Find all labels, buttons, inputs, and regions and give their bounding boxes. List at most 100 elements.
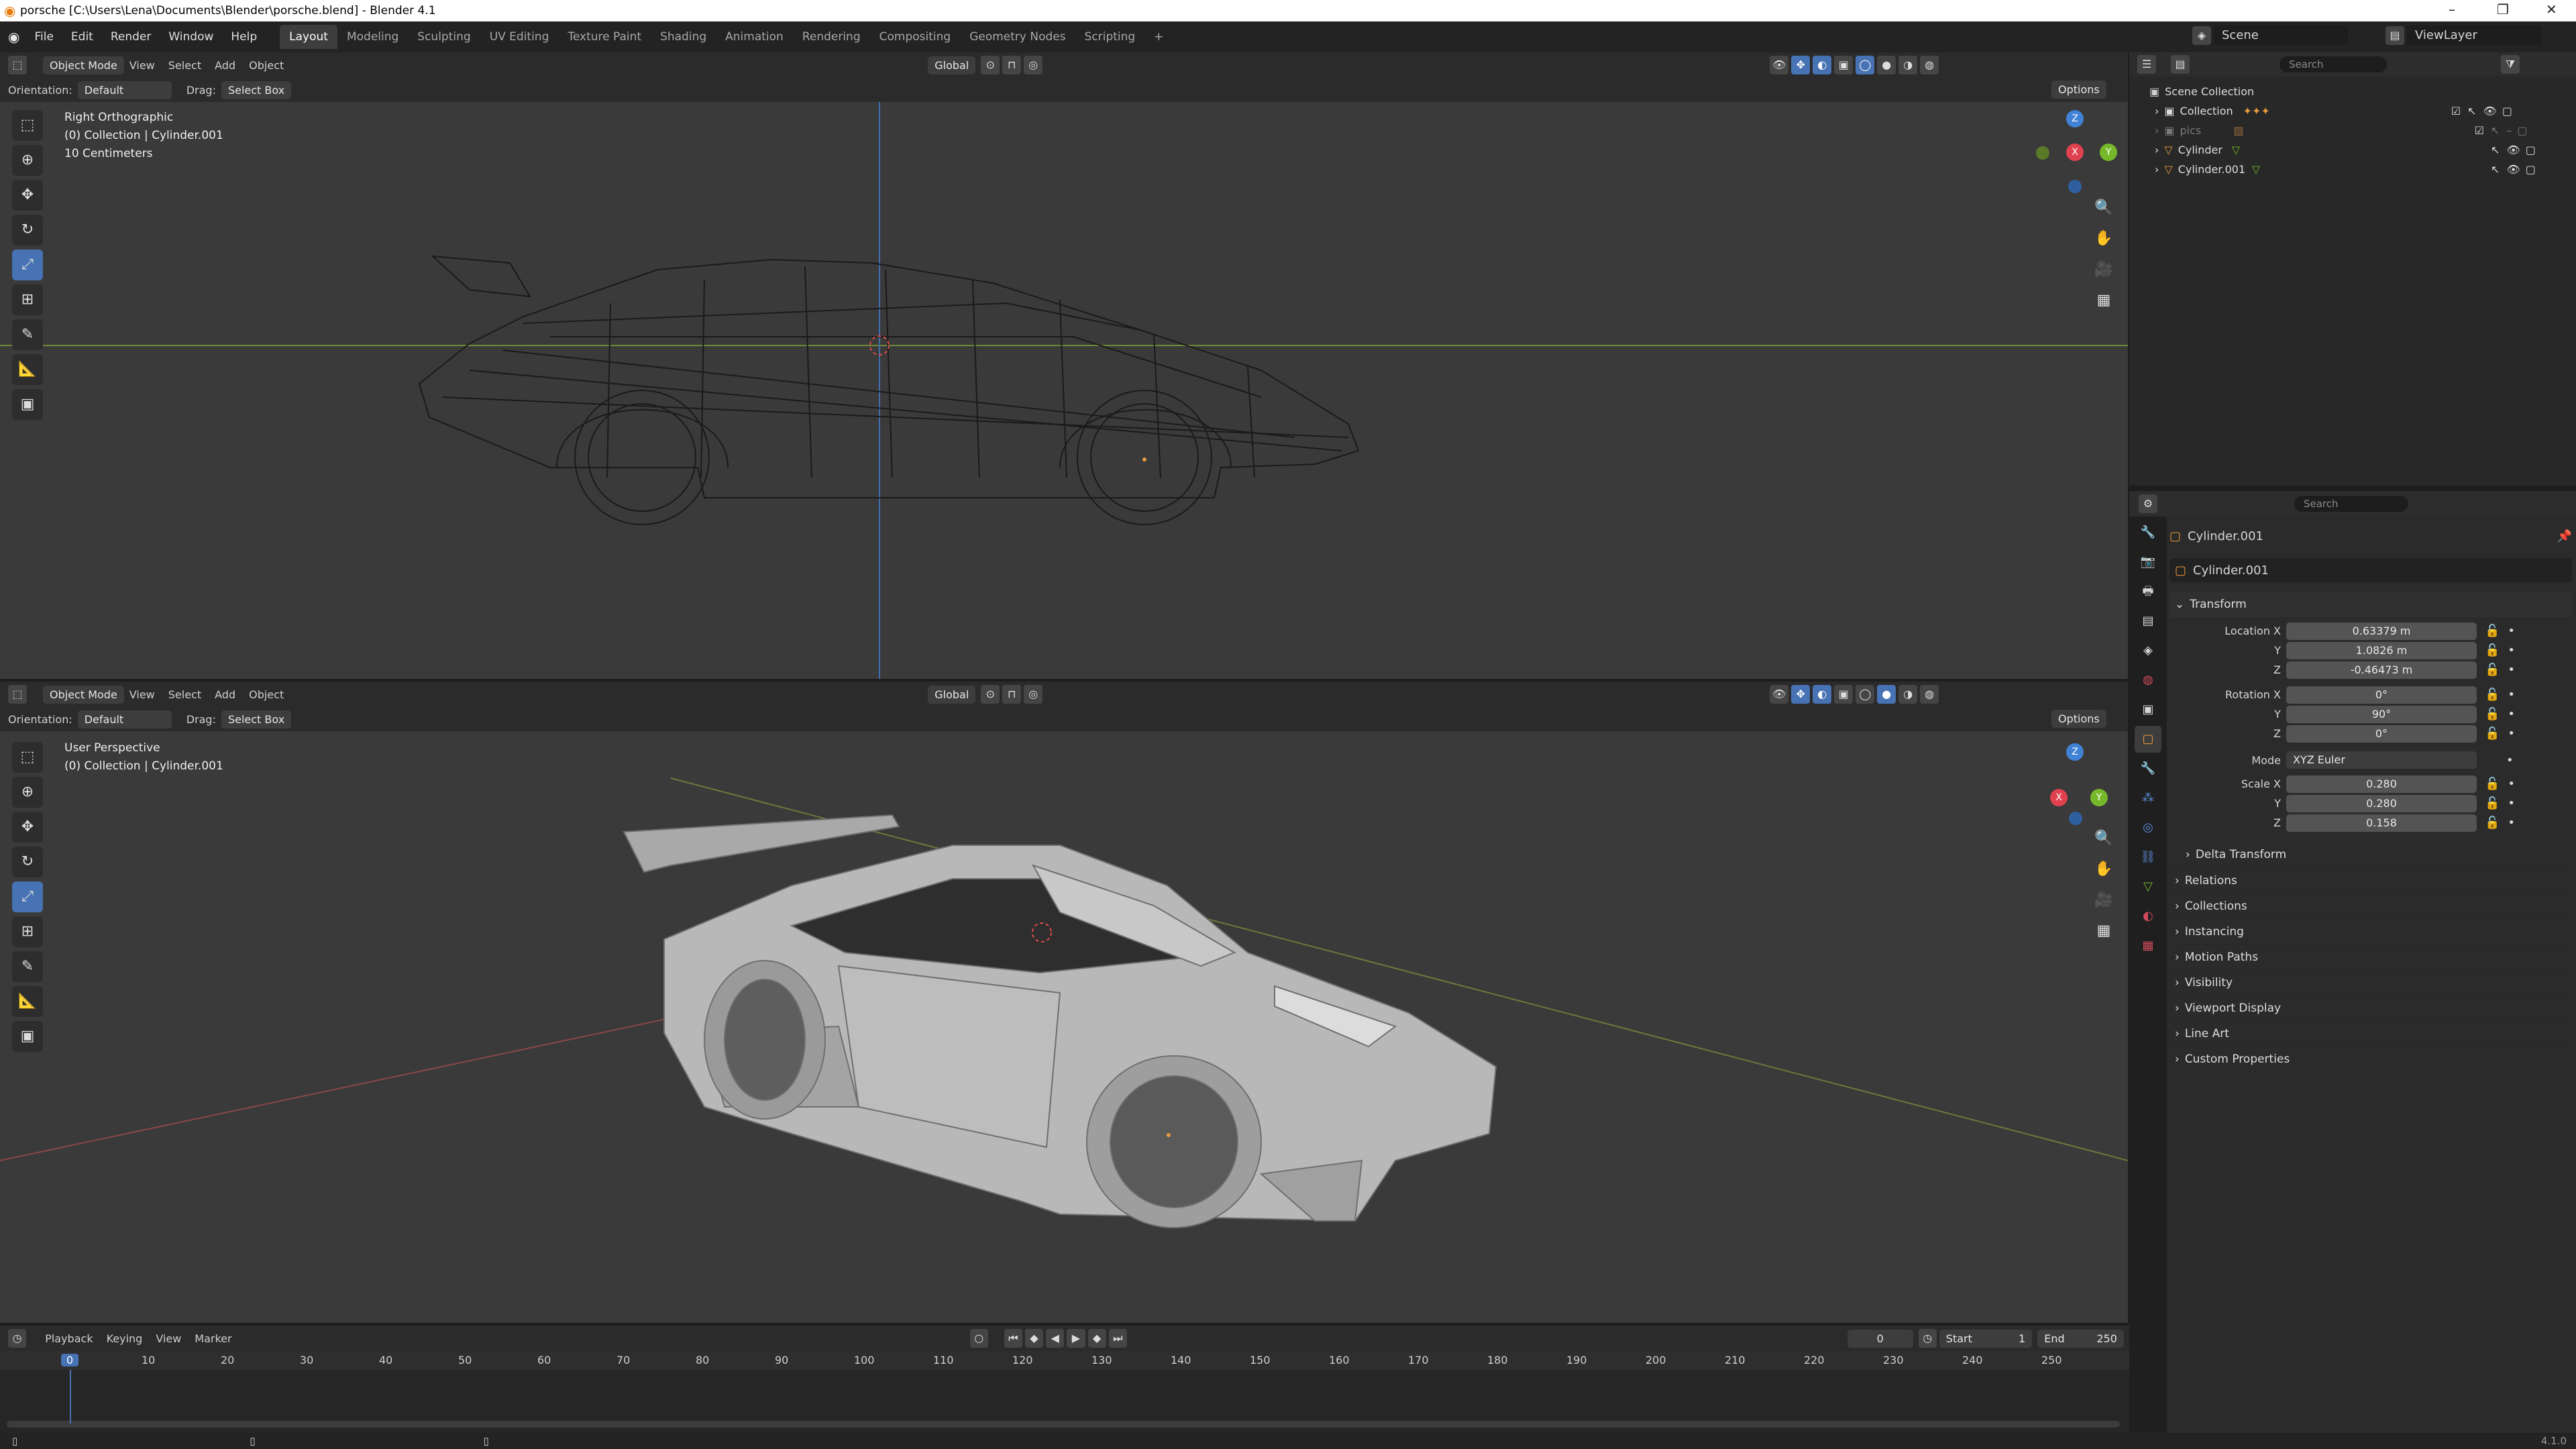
menu-view[interactable]: View — [129, 688, 155, 701]
menu-add[interactable]: Add — [215, 688, 235, 701]
properties-search-field[interactable]: Search — [2294, 496, 2408, 512]
proportional-edit-icon[interactable]: ◎ — [1024, 56, 1043, 74]
gizmo-x[interactable]: X — [2066, 144, 2084, 161]
transform-orientation-dropdown[interactable]: Global — [928, 685, 976, 704]
menu-add[interactable]: Add — [215, 59, 235, 72]
panel-line-art[interactable]: › Line Art — [2169, 1020, 2572, 1046]
render-icon[interactable]: ▢ — [2502, 105, 2512, 117]
lock-icon[interactable]: 🔓 — [2485, 816, 2500, 830]
orientation-dropdown[interactable]: Default — [77, 80, 172, 99]
play-reverse-icon[interactable]: ◀ — [1046, 1329, 1065, 1348]
expand-arrow-icon[interactable]: › — [2155, 163, 2159, 176]
tool-tab-icon[interactable]: 🔧 — [2135, 519, 2161, 546]
visibility-icon[interactable]: 👁 — [1770, 685, 1789, 704]
menu-select[interactable]: Select — [168, 688, 201, 701]
view-layer-name[interactable]: ViewLayer — [2407, 25, 2541, 45]
transform-orientation-dropdown[interactable]: Global — [928, 56, 976, 74]
end-frame-field[interactable]: End 250 — [2037, 1329, 2124, 1348]
expand-arrow-icon[interactable]: › — [2155, 105, 2159, 117]
menu-object[interactable]: Object — [249, 688, 284, 701]
scale-tool-icon[interactable]: ⤢ — [12, 881, 43, 912]
object-tab-icon[interactable]: ▢ — [2135, 726, 2161, 753]
location-x-field[interactable]: 0.63379 m — [2286, 622, 2477, 640]
keyframe-dot-icon[interactable]: • — [2508, 777, 2515, 791]
lock-icon[interactable]: 🔓 — [2485, 643, 2500, 657]
tab-texture-paint[interactable]: Texture Paint — [558, 25, 651, 49]
menu-marker[interactable]: Marker — [195, 1332, 231, 1345]
blender-menu-icon[interactable]: ◉ — [8, 29, 19, 45]
camera-view-icon[interactable]: 🎥 — [2090, 256, 2117, 283]
tab-shading[interactable]: Shading — [651, 25, 716, 49]
outliner-item-cylinder[interactable]: › ▽ Cylinder ▽ ↖ 👁 ▢ — [2149, 140, 2576, 160]
bottom-viewport[interactable]: User Perspective (0) Collection | Cylind… — [0, 731, 2128, 1323]
measure-tool-icon[interactable]: 📐 — [12, 986, 43, 1017]
move-tool-icon[interactable]: ✥ — [12, 812, 43, 843]
select-box-tool-icon[interactable]: ⬚ — [12, 742, 43, 773]
pivot-icon[interactable]: ⊙ — [981, 685, 1000, 704]
xray-icon[interactable]: ▣ — [1834, 685, 1854, 704]
shading-wireframe-icon[interactable]: ◯ — [1856, 685, 1875, 704]
selectable-icon[interactable]: ↖ — [2491, 144, 2500, 156]
modifier-tab-icon[interactable]: 🔧 — [2135, 755, 2161, 782]
filter-icon[interactable]: ⧩ — [2501, 55, 2520, 74]
world-tab-icon[interactable]: ◍ — [2135, 667, 2161, 694]
close-icon[interactable]: ✕ — [2546, 1, 2557, 17]
zoom-icon[interactable]: 🔍 — [2090, 195, 2117, 221]
orientation-dropdown[interactable]: Default — [77, 710, 172, 729]
keyframe-dot-icon[interactable]: • — [2508, 816, 2515, 830]
panel-viewport-display[interactable]: › Viewport Display — [2169, 995, 2572, 1020]
keyframe-dot-icon[interactable]: • — [2508, 624, 2515, 638]
lock-icon[interactable]: 🔓 — [2485, 727, 2500, 741]
keyframe-dot-icon[interactable]: • — [2506, 753, 2514, 767]
select-box-tool-icon[interactable]: ⬚ — [12, 110, 43, 141]
xray-icon[interactable]: ▣ — [1834, 56, 1854, 74]
particles-tab-icon[interactable]: ⁂ — [2135, 785, 2161, 812]
constraints-tab-icon[interactable]: ⛓ — [2135, 844, 2161, 871]
tab-compositing[interactable]: Compositing — [870, 25, 961, 49]
gizmo-neg-y[interactable] — [2036, 146, 2049, 160]
eye-icon[interactable]: 👁 — [2506, 163, 2520, 176]
ortho-grid-icon[interactable]: ▦ — [2090, 918, 2117, 945]
render-icon[interactable]: ▢ — [2526, 144, 2536, 156]
options-dropdown[interactable]: Options — [2051, 710, 2106, 728]
clock-icon[interactable]: ◷ — [1918, 1329, 1937, 1348]
object-data-name[interactable]: Cylinder.001 — [2193, 564, 2269, 578]
tab-rendering[interactable]: Rendering — [793, 25, 870, 49]
add-cube-tool-icon[interactable]: ▣ — [12, 1021, 43, 1052]
lock-icon[interactable]: 🔓 — [2485, 663, 2500, 677]
add-workspace-icon[interactable]: + — [1144, 25, 1173, 49]
proportional-edit-icon[interactable]: ◎ — [1024, 685, 1043, 704]
measure-tool-icon[interactable]: 📐 — [12, 354, 43, 385]
timeline-ruler[interactable]: 0 10 20 30 40 50 60 70 80 90 100 110 120 130 140 150 160… — [0, 1351, 2129, 1370]
tab-layout[interactable]: Layout — [280, 25, 337, 49]
keyframe-dot-icon[interactable]: • — [2508, 727, 2515, 741]
visibility-icon[interactable]: 👁 — [1770, 56, 1789, 74]
menu-keying[interactable]: Keying — [107, 1332, 143, 1345]
material-tab-icon[interactable]: ◐ — [2135, 903, 2161, 930]
shading-material-icon[interactable]: ◑ — [1898, 56, 1918, 74]
eye-icon[interactable]: 👁 — [2506, 144, 2520, 156]
shading-material-icon[interactable]: ◑ — [1898, 685, 1918, 704]
scene-name[interactable]: Scene — [2214, 25, 2348, 45]
overlay-toggle-icon[interactable]: ◐ — [1813, 56, 1832, 74]
top-navigation-gizmo[interactable]: Z X Y — [2033, 109, 2120, 196]
data-tab-icon[interactable]: ▽ — [2135, 873, 2161, 900]
gizmo-z[interactable]: Z — [2066, 743, 2084, 761]
camera-view-icon[interactable]: 🎥 — [2090, 887, 2117, 914]
panel-instancing[interactable]: › Instancing — [2169, 918, 2572, 944]
add-cube-tool-icon[interactable]: ▣ — [12, 389, 43, 420]
collection-tab-icon[interactable]: ▣ — [2135, 696, 2161, 723]
jump-start-icon[interactable]: ⏮ — [1004, 1329, 1022, 1348]
tab-animation[interactable]: Animation — [716, 25, 793, 49]
location-z-field[interactable]: -0.46473 m — [2286, 661, 2477, 679]
menu-render[interactable]: Render — [111, 30, 152, 44]
timeline-scrollbar[interactable] — [7, 1421, 2120, 1428]
scene-selector[interactable]: ◈ Scene — [2192, 25, 2348, 45]
display-mode-icon[interactable]: ▤ — [2171, 55, 2190, 74]
jump-keyframe-forward-icon[interactable]: ◆ — [1087, 1329, 1106, 1348]
zoom-icon[interactable]: 🔍 — [2090, 825, 2117, 852]
scale-tool-icon[interactable]: ⤢ — [12, 250, 43, 280]
scene-tab-icon[interactable]: ◈ — [2135, 637, 2161, 664]
physics-tab-icon[interactable]: ◎ — [2135, 814, 2161, 841]
menu-object[interactable]: Object — [249, 59, 284, 72]
